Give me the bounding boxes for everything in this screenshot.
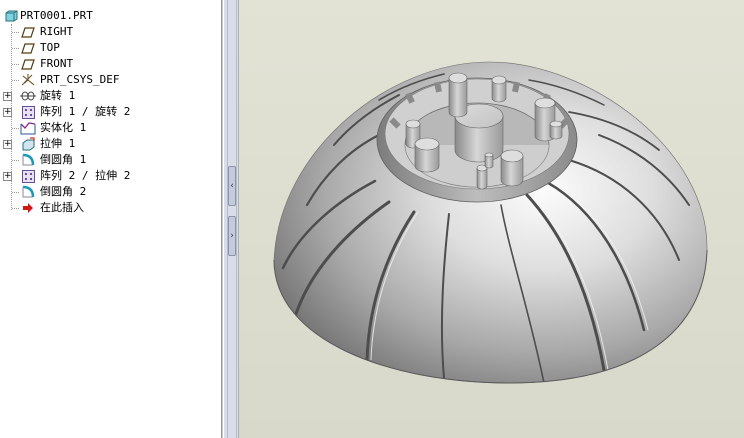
tree-item-label: PRT_CSYS_DEF — [40, 73, 120, 86]
datum-plane-icon — [20, 57, 36, 71]
collapse-panel-button[interactable]: ‹ — [228, 166, 236, 206]
splitter-line — [236, 0, 237, 438]
tree-root-label: PRT0001.PRT — [20, 9, 93, 22]
tree-item-label: 拉伸 1 — [40, 137, 76, 150]
tree-item-label: 阵列 1 / 旋转 2 — [40, 105, 131, 118]
tree-item-label: 阵列 2 / 拉伸 2 — [40, 169, 131, 182]
solidify-icon — [20, 121, 36, 135]
part-icon — [3, 9, 19, 23]
round-icon — [20, 185, 36, 199]
expand-toggle-icon[interactable]: + — [3, 92, 12, 101]
tree-item-label: TOP — [40, 41, 60, 54]
graphics-viewport[interactable] — [239, 0, 744, 438]
tree-item-label: 实体化 1 — [40, 121, 87, 134]
tree-item-right[interactable]: RIGHT — [0, 24, 221, 40]
round-icon — [20, 153, 36, 167]
tree-root-part[interactable]: PRT0001.PRT — [0, 8, 221, 24]
tree-item-label: 倒圆角 1 — [40, 153, 87, 166]
tree-item-round-2[interactable]: 倒圆角 2 — [0, 184, 221, 200]
tree-item-insert-here[interactable]: 在此插入 — [0, 200, 221, 216]
datum-plane-icon — [20, 25, 36, 39]
shaded-dome-part — [273, 61, 708, 384]
tree-item-label: 旋转 1 — [40, 89, 76, 102]
tree-item-round-1[interactable]: 倒圆角 1 — [0, 152, 221, 168]
tree-item-label: 在此插入 — [40, 201, 84, 214]
tree-item-solidify-1[interactable]: 实体化 1 — [0, 120, 221, 136]
model-tree-panel: PRT0001.PRT RIGHT TOP FRONT PRT_CSYS_DEF… — [0, 0, 221, 438]
pattern-icon — [20, 169, 36, 183]
tree-item-extrude-1[interactable]: + 拉伸 1 — [0, 136, 221, 152]
datum-plane-icon — [20, 41, 36, 55]
pattern-icon — [20, 105, 36, 119]
extrude-icon — [20, 137, 36, 151]
tree-item-revolve-1[interactable]: + 旋转 1 — [0, 88, 221, 104]
tree-item-top[interactable]: TOP — [0, 40, 221, 56]
tree-item-pattern-1[interactable]: + 阵列 1 / 旋转 2 — [0, 104, 221, 120]
tree-item-pattern-2[interactable]: + 阵列 2 / 拉伸 2 — [0, 168, 221, 184]
expand-toggle-icon[interactable]: + — [3, 108, 12, 117]
insert-here-arrow-icon — [20, 201, 36, 215]
tree-item-front[interactable]: FRONT — [0, 56, 221, 72]
expand-toggle-icon[interactable]: + — [3, 172, 12, 181]
panel-splitter[interactable]: ‹ › — [223, 0, 239, 438]
tree-item-label: 倒圆角 2 — [40, 185, 87, 198]
expand-panel-button[interactable]: › — [228, 216, 236, 256]
tree-item-label: RIGHT — [40, 25, 74, 38]
tree-item-label: FRONT — [40, 57, 74, 70]
revolve-icon — [20, 89, 36, 103]
tree-item-prt-csys-def[interactable]: PRT_CSYS_DEF — [0, 72, 221, 88]
expand-toggle-icon[interactable]: + — [3, 140, 12, 149]
coordinate-system-icon — [20, 73, 36, 87]
